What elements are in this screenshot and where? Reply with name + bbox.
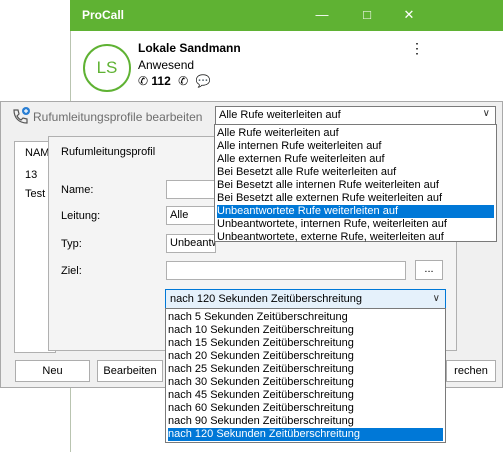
timeout-dropdown-list[interactable]: nach 5 Sekunden Zeitüberschreitung nach … — [165, 308, 446, 443]
rule-select-value: Alle Rufe weiterleiten auf — [219, 109, 341, 121]
name-label: Name: — [61, 184, 94, 196]
rule-option[interactable]: Alle externen Rufe weiterleiten auf — [217, 153, 494, 166]
close-icon[interactable]: ✕ — [397, 4, 421, 26]
target-label: Ziel: — [61, 265, 82, 277]
timeout-option[interactable]: nach 5 Sekunden Zeitüberschreitung — [168, 311, 443, 324]
profile-dialog-title: Rufumleitungsprofil — [61, 146, 156, 158]
timeout-select[interactable]: nach 120 Sekunden Zeitüberschreitung ∨ — [165, 289, 446, 309]
timeout-option[interactable]: nach 60 Sekunden Zeitüberschreitung — [168, 402, 443, 415]
type-select[interactable]: Unbeantwortete Rufe weiterleiten auf — [166, 234, 216, 253]
line-select[interactable]: Alle — [166, 206, 216, 225]
minimize-icon[interactable]: — — [310, 4, 334, 26]
procall-titlebar: ProCall — □ ✕ — [70, 0, 503, 31]
edit-button[interactable]: Bearbeiten — [97, 360, 163, 382]
type-label: Typ: — [61, 238, 82, 250]
chevron-down-icon: ∨ — [432, 293, 440, 304]
new-button[interactable]: Neu — [15, 360, 90, 382]
target-field[interactable] — [166, 261, 406, 280]
rule-option-selected[interactable]: Unbeantwortete Rufe weiterleiten auf — [217, 205, 494, 218]
rule-option[interactable]: Bei Besetzt alle internen Rufe weiterlei… — [217, 179, 494, 192]
list-item[interactable]: 13 — [25, 169, 37, 181]
user-contact-row: ✆ 112 ✆ 💬 — [138, 74, 210, 88]
phone-icon[interactable]: ✆ — [138, 74, 148, 88]
user-name: Lokale Sandmann — [138, 41, 241, 55]
line-select-value: Alle — [170, 209, 189, 221]
rule-dropdown-list[interactable]: Alle Rufe weiterleiten auf Alle internen… — [214, 124, 497, 244]
timeout-option[interactable]: nach 10 Sekunden Zeitüberschreitung — [168, 324, 443, 337]
name-field[interactable] — [166, 180, 216, 199]
cancel-button[interactable]: rechen — [446, 360, 496, 382]
phone-outline-icon[interactable]: ✆ — [178, 74, 188, 88]
rule-option[interactable]: Bei Besetzt alle Rufe weiterleiten auf — [217, 166, 494, 179]
type-select-value: Unbeantwortete Rufe weiterleiten auf — [170, 237, 215, 249]
rule-option[interactable]: Alle internen Rufe weiterleiten auf — [217, 140, 494, 153]
app-title: ProCall — [82, 8, 125, 22]
user-status: Anwesend — [138, 58, 195, 72]
rule-select[interactable]: Alle Rufe weiterleiten auf ∨ — [215, 106, 496, 125]
timeout-option[interactable]: nach 25 Sekunden Zeitüberschreitung — [168, 363, 443, 376]
list-header-name[interactable]: NAM — [25, 147, 49, 159]
avatar[interactable]: LS — [83, 44, 131, 92]
extension-number: 112 — [151, 74, 171, 88]
rule-option[interactable]: Alle Rufe weiterleiten auf — [217, 127, 494, 140]
browse-button[interactable]: ... — [415, 260, 443, 280]
rule-option[interactable]: Unbeantwortete, externe Rufe, weiterleit… — [217, 231, 494, 244]
dialog-title: Rufumleitungsprofile bearbeiten — [33, 110, 203, 124]
timeout-option[interactable]: nach 90 Sekunden Zeitüberschreitung — [168, 415, 443, 428]
list-item[interactable]: Test — [25, 188, 45, 200]
maximize-icon[interactable]: □ — [355, 4, 379, 26]
rule-option[interactable]: Bei Besetzt alle externen Rufe weiterlei… — [217, 192, 494, 205]
more-options-icon[interactable]: ⋮ — [410, 40, 424, 57]
timeout-option-selected[interactable]: nach 120 Sekunden Zeitüberschreitung — [168, 428, 443, 441]
line-label: Leitung: — [61, 210, 101, 222]
chevron-down-icon: ∨ — [482, 108, 490, 119]
timeout-option[interactable]: nach 15 Sekunden Zeitüberschreitung — [168, 337, 443, 350]
phone-forward-icon — [13, 107, 30, 124]
timeout-option[interactable]: nach 30 Sekunden Zeitüberschreitung — [168, 376, 443, 389]
rule-option[interactable]: Unbeantwortete, internen Rufe, weiterlei… — [217, 218, 494, 231]
timeout-select-value: nach 120 Sekunden Zeitüberschreitung — [170, 293, 363, 305]
timeout-option[interactable]: nach 20 Sekunden Zeitüberschreitung — [168, 350, 443, 363]
timeout-option[interactable]: nach 45 Sekunden Zeitüberschreitung — [168, 389, 443, 402]
chat-icon[interactable]: 💬 — [196, 74, 211, 88]
